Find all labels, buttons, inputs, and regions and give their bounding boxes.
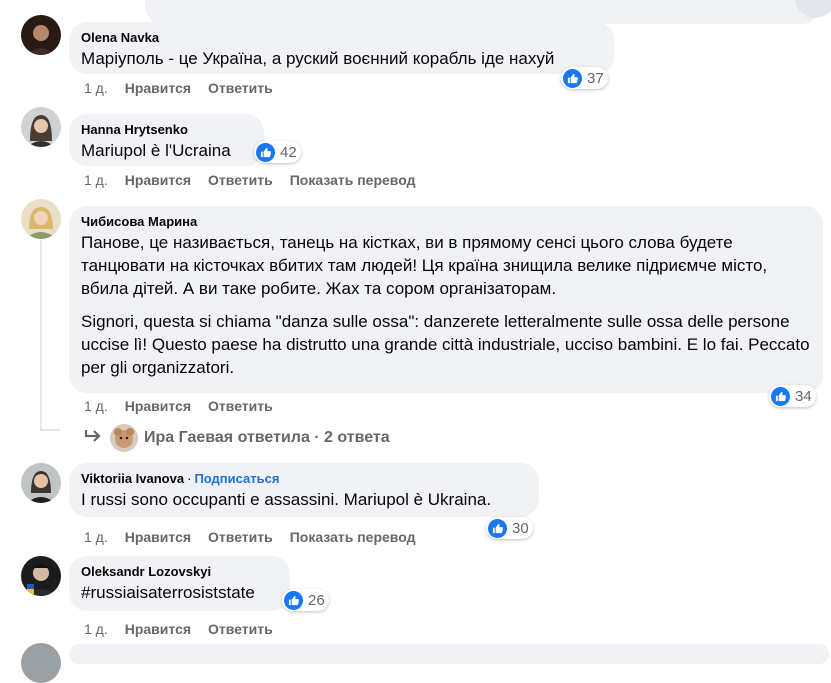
reply-arrow-icon (84, 429, 102, 448)
reaction-count[interactable]: 34 (769, 385, 816, 407)
replies-summary: Ира Гаевая ответила · 2 ответа (144, 429, 390, 446)
like-button[interactable]: Нравится (125, 80, 191, 96)
like-count: 30 (512, 519, 529, 537)
comment-text: I russi sono occupanti e assassini. Mari… (81, 490, 492, 509)
comment-actions: 1 д. Нравится Ответить (84, 80, 290, 96)
like-button[interactable]: Нравится (125, 621, 191, 637)
avatar[interactable] (21, 15, 61, 55)
comment-bubble: Чибисова Марина Панове, це називається, … (69, 206, 823, 393)
like-icon (256, 142, 275, 162)
reaction-count[interactable]: 26 (282, 589, 329, 611)
comment-time[interactable]: 1 д. (84, 398, 108, 414)
comment-actions: 1 д. Нравится Ответить (84, 621, 290, 637)
avatar[interactable] (21, 199, 61, 239)
comment-bubble: Hanna Hrytsenko Mariupol è l'Ucraina (69, 114, 264, 166)
comment-actions: 1 д. Нравится Ответить Показать перевод (84, 172, 432, 188)
reply-button[interactable]: Ответить (208, 80, 273, 96)
hashtag-link[interactable]: #russiaisaterrosiststate (81, 581, 278, 604)
like-icon (488, 518, 507, 538)
like-count: 26 (308, 591, 325, 609)
comment-actions: 1 д. Нравится Ответить Показать перевод (84, 529, 432, 545)
comment-author[interactable]: Olena Navka (81, 30, 602, 46)
comment-author[interactable]: Чибисова Марина (81, 214, 811, 230)
reaction-count[interactable]: 30 (486, 517, 533, 539)
header-box (145, 0, 820, 24)
comment-bubble: Oleksandr Lozovskyi #russiaisaterrosists… (69, 556, 290, 611)
comment-text: Панове, це називається, танець на кістка… (81, 233, 768, 298)
comment-bubble (69, 644, 829, 664)
comment-actions: 1 д. Нравится Ответить (84, 398, 290, 414)
comment-author[interactable]: Viktoriia Ivanova (81, 471, 184, 486)
view-replies-link[interactable]: Ира Гаевая ответила · 2 ответа (84, 424, 390, 452)
like-button[interactable]: Нравится (125, 529, 191, 545)
comment-text: Mariupol è l'Ucraina (81, 141, 231, 160)
separator-dot: · (187, 471, 192, 486)
comment-text: Маріуполь - це Україна, а руский воєнний… (81, 49, 555, 68)
reply-avatar (110, 424, 138, 452)
reply-button[interactable]: Ответить (208, 529, 273, 545)
reply-button[interactable]: Ответить (208, 621, 273, 637)
reply-button[interactable]: Ответить (208, 172, 273, 188)
avatar[interactable] (21, 556, 61, 596)
reaction-count[interactable]: 42 (254, 141, 301, 163)
like-button[interactable]: Нравится (125, 172, 191, 188)
like-icon (563, 68, 582, 88)
reply-button[interactable]: Ответить (208, 398, 273, 414)
comment-time[interactable]: 1 д. (84, 529, 108, 545)
like-icon (771, 386, 790, 406)
show-translation-button[interactable]: Показать перевод (290, 529, 416, 545)
comment-author[interactable]: Hanna Hrytsenko (81, 122, 252, 138)
thread-line (40, 429, 60, 431)
avatar[interactable] (21, 463, 61, 503)
follow-button[interactable]: Подписаться (194, 471, 279, 486)
like-count: 42 (280, 143, 297, 161)
comment-time[interactable]: 1 д. (84, 80, 108, 96)
comment-time[interactable]: 1 д. (84, 621, 108, 637)
comment-bubble: Olena Navka Маріуполь - це Україна, а ру… (69, 22, 614, 74)
like-count: 37 (587, 69, 604, 87)
like-count: 34 (795, 387, 812, 405)
comment-bubble: Viktoriia Ivanova · Подписаться I russi so… (69, 463, 539, 517)
like-button[interactable]: Нравится (125, 398, 191, 414)
reaction-count[interactable]: 37 (561, 67, 608, 89)
like-icon (284, 590, 303, 610)
show-translation-button[interactable]: Показать перевод (290, 172, 416, 188)
avatar[interactable] (21, 643, 61, 683)
top-bar (0, 0, 831, 24)
thread-line (40, 240, 42, 430)
avatar[interactable] (21, 107, 61, 147)
comment-time[interactable]: 1 д. (84, 172, 108, 188)
comment-translation-text: Signori, questa si chiama "danza sulle o… (81, 312, 810, 377)
comment-author[interactable]: Oleksandr Lozovskyi (81, 564, 278, 580)
